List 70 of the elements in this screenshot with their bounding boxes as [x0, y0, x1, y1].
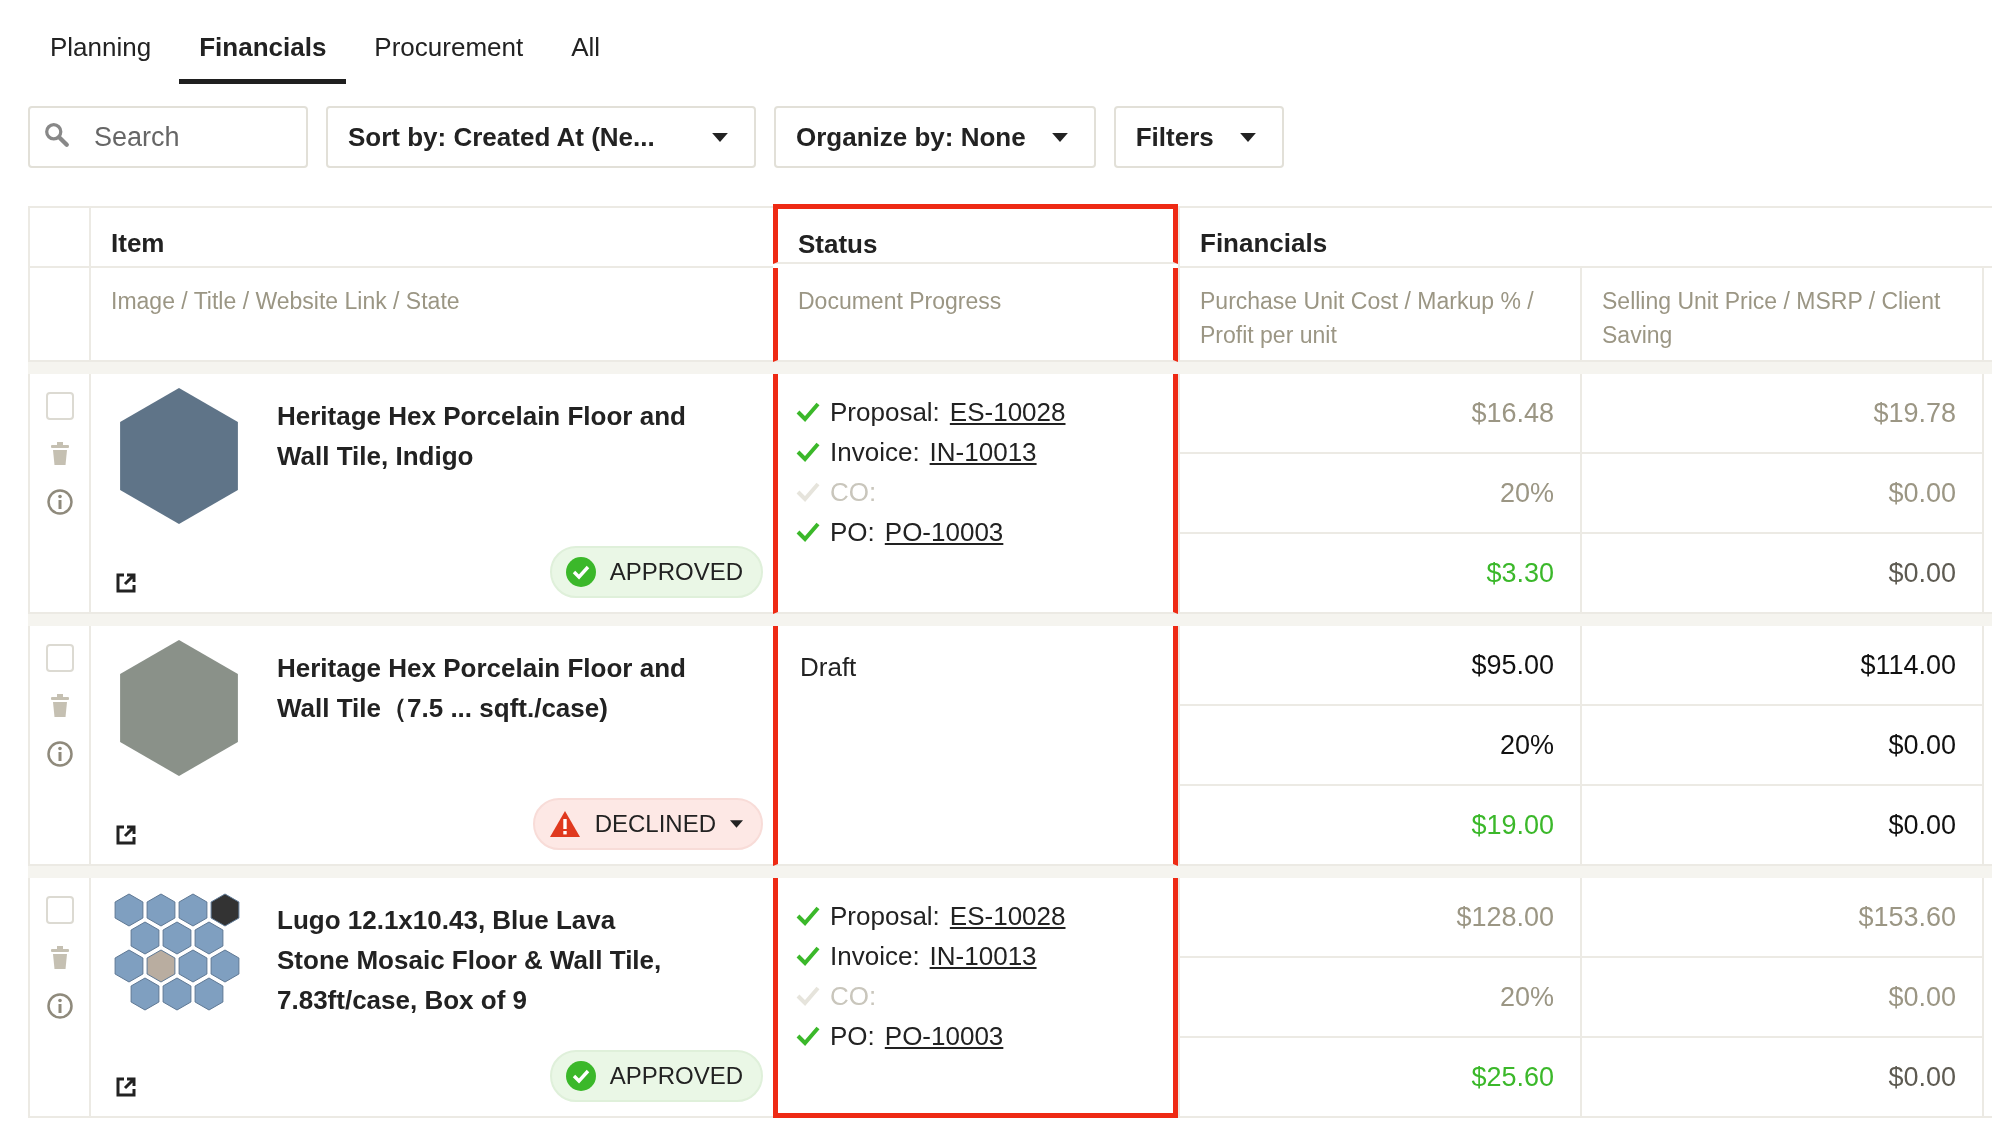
client-saving: $0.00 — [1887, 808, 1957, 842]
approved-badge[interactable]: APPROVED — [549, 546, 763, 598]
document-label: CO: — [830, 476, 877, 508]
document-link[interactable]: IN-10013 — [929, 436, 1037, 468]
trash-icon[interactable] — [49, 694, 70, 718]
info-icon[interactable] — [45, 488, 74, 516]
row-checkbox[interactable] — [45, 644, 74, 672]
item-title: Heritage Hex Porcelain Floor and Wall Tile, Indigo — [277, 400, 687, 473]
document-label: Invoice: — [830, 436, 920, 468]
markup-percent: 20% — [1180, 706, 1580, 786]
document-label: PO: — [830, 1020, 875, 1052]
external-link-icon[interactable] — [115, 572, 137, 594]
info-icon[interactable] — [45, 740, 74, 768]
row-checkbox[interactable] — [45, 392, 74, 420]
caret-icon — [712, 132, 728, 142]
document-label: Invoice: — [830, 940, 920, 972]
selling-price: $19.78 — [1582, 374, 1982, 454]
profit-value: $25.60 — [1470, 1060, 1555, 1094]
selling-price: $153.60 — [1582, 878, 1982, 958]
msrp-value: $0.00 — [1582, 454, 1982, 534]
caret-icon — [1239, 132, 1256, 142]
search-field[interactable]: Search — [28, 106, 308, 168]
document-link[interactable]: PO-10003 — [884, 516, 1004, 548]
unit-cost: $128.00 — [1180, 878, 1580, 958]
document-link[interactable]: IN-10013 — [929, 940, 1037, 972]
info-icon[interactable] — [45, 992, 74, 1020]
unit-cost: $16.48 — [1180, 374, 1580, 454]
msrp-value: $0.00 — [1582, 958, 1982, 1038]
document-label: Proposal: — [830, 900, 940, 932]
tab[interactable]: Planning — [30, 30, 172, 84]
column-group-header: Financials — [1178, 208, 1992, 268]
column-group-header: Item — [89, 208, 773, 268]
markup-percent: 20% — [1180, 454, 1580, 534]
check-circle-icon — [565, 1061, 596, 1091]
msrp-value: $0.00 — [1582, 706, 1982, 786]
warning-icon — [548, 810, 581, 838]
trash-icon[interactable] — [49, 442, 70, 466]
row-checkbox[interactable] — [45, 896, 74, 924]
organize-dropdown[interactable]: Organize by: None — [774, 106, 1096, 168]
profit-value: $3.30 — [1485, 556, 1555, 590]
document-label: PO: — [830, 516, 875, 548]
caret-icon — [1051, 132, 1068, 142]
caret-icon — [730, 820, 743, 828]
tab[interactable]: All — [551, 30, 621, 84]
profit-value: $19.00 — [1470, 808, 1555, 842]
check-circle-icon — [565, 557, 596, 587]
document-link[interactable]: PO-10003 — [884, 1020, 1004, 1052]
external-link-icon[interactable] — [115, 824, 137, 846]
approved-badge[interactable]: APPROVED — [549, 1050, 763, 1102]
client-saving: $0.00 — [1887, 556, 1957, 590]
item-title: Lugo 12.1x10.43, Blue Lava Stone Mosaic Floor & Wall Tile, 7.83ft/case, Box of 9 — [277, 904, 663, 1017]
tab[interactable]: Financials — [179, 30, 347, 84]
document-link[interactable]: ES-10028 — [949, 396, 1066, 428]
column-group-header: Status — [773, 204, 1178, 264]
item-title: Heritage Hex Porcelain Floor and Wall Tile（7.5 ... sqft./case) — [277, 652, 687, 725]
status-text: Draft — [799, 651, 858, 683]
document-link[interactable]: ES-10028 — [949, 900, 1066, 932]
tab[interactable]: Procurement — [354, 30, 544, 84]
document-label: Proposal: — [830, 396, 940, 428]
markup-percent: 20% — [1180, 958, 1580, 1038]
client-saving: $0.00 — [1887, 1060, 1957, 1094]
document-label: CO: — [830, 980, 877, 1012]
selling-price: $114.00 — [1582, 626, 1982, 706]
sort-dropdown[interactable]: Sort by: Created At (Ne... — [326, 106, 756, 168]
unit-cost: $95.00 — [1180, 626, 1580, 706]
filters-dropdown[interactable]: Filters — [1113, 106, 1284, 168]
trash-icon[interactable] — [49, 946, 70, 970]
search-icon — [44, 122, 70, 148]
declined-dropdown[interactable]: DECLINED — [532, 798, 763, 850]
external-link-icon[interactable] — [115, 1076, 137, 1098]
